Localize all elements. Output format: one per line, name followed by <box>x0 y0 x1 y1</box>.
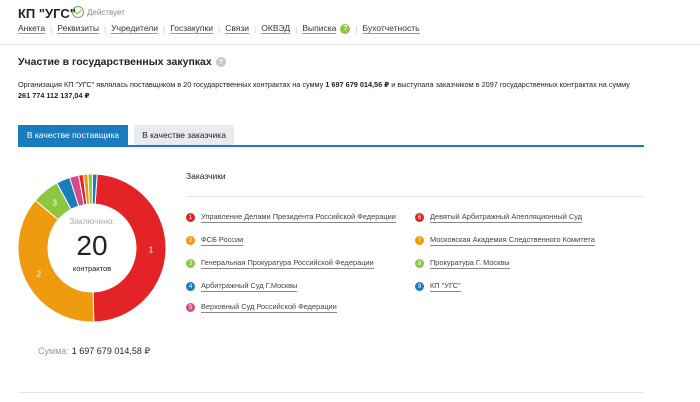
divider <box>0 44 700 45</box>
customer-link[interactable]: Верховный Суд Российской Федерации <box>201 302 337 313</box>
sum-row: Сумма: 1 697 679 014,58 ₽ <box>38 346 150 357</box>
customer-legend-item: 7 Московская Академия Следственного Комит… <box>415 235 595 246</box>
nav-svyazi[interactable]: Связи <box>225 23 250 34</box>
customer-legend-item: 5 Верховный Суд Российской Федерации <box>186 302 337 313</box>
customer-amount: 261 774 112 137,04 ₽ <box>18 91 90 100</box>
tab-customer[interactable]: В качестве заказчика <box>134 125 234 145</box>
role-tabs: В качестве поставщика В качестве заказчи… <box>18 125 234 145</box>
nav-anketa[interactable]: Анкета <box>18 23 46 34</box>
customer-legend-item: 8 Прокуратура Г. Москвы <box>415 258 510 269</box>
procurement-description: Организация КП "УГС" являлась поставщико… <box>18 79 638 101</box>
nav-rekvizity[interactable]: Реквизиты <box>57 23 100 34</box>
nav-separator: | <box>50 23 53 34</box>
customer-link[interactable]: ФСБ России <box>201 235 244 246</box>
customer-link[interactable]: Управление Делами Президента Российской … <box>201 212 396 223</box>
customer-link[interactable]: Девятый Арбитражный Апелляционный Суд <box>430 212 583 223</box>
legend-number-badge: 2 <box>186 236 195 245</box>
customer-legend-item: 9 КП "УГС" <box>415 281 461 292</box>
section-title: Участие в государственных закупках ? <box>18 56 226 68</box>
legend-number-badge: 7 <box>415 236 424 245</box>
divider <box>186 196 644 197</box>
legend-number-badge: 1 <box>186 213 195 222</box>
nav-separator: | <box>104 23 107 34</box>
nav-separator: | <box>163 23 166 34</box>
status-text: Действует <box>87 7 125 17</box>
tab-supplier[interactable]: В качестве поставщика <box>18 125 128 145</box>
customer-legend-item: 6 Девятый Арбитражный Апелляционный Суд <box>415 212 583 223</box>
legend-number-badge: 6 <box>415 213 424 222</box>
donut-slice-label: 3 <box>52 198 57 207</box>
nav-separator: | <box>295 23 298 34</box>
description-text-1: Организация КП "УГС" являлась поставщико… <box>18 80 326 89</box>
customers-title: Заказчики <box>186 171 226 181</box>
section-nav: Анкета | Реквизиты | Учредители | Госзак… <box>18 23 420 34</box>
contracts-donut-chart: 123 Заключено: 20 контрактов <box>16 172 168 324</box>
nav-okved[interactable]: ОКВЭД <box>261 23 291 34</box>
customer-legend-item: 4 Арбитражный Суд Г.Москвы <box>186 281 298 292</box>
nav-buhotchetnost[interactable]: Бухотчетность <box>362 23 420 34</box>
nav-uchrediteli[interactable]: Учредители <box>111 23 159 34</box>
customer-link[interactable]: Арбитражный Суд Г.Москвы <box>201 281 298 292</box>
legend-number-badge: 8 <box>415 259 424 268</box>
sum-value: 1 697 679 014,58 ₽ <box>71 346 151 356</box>
customer-link[interactable]: Московская Академия Следственного Комите… <box>430 235 595 246</box>
customer-link[interactable]: Прокуратура Г. Москвы <box>430 258 510 269</box>
nav-goszakupki[interactable]: Госзакупки <box>170 23 214 34</box>
legend-number-badge: 9 <box>415 282 424 291</box>
nav-separator: | <box>355 23 358 34</box>
legend-number-badge: 3 <box>186 259 195 268</box>
nav-separator: | <box>254 23 257 34</box>
status-badge: Действует <box>72 6 125 18</box>
company-title: КП "УГС" <box>18 6 76 21</box>
nav-vypiska[interactable]: Выписка <box>302 23 337 34</box>
section-title-text: Участие в государственных закупках <box>18 56 212 68</box>
customer-link[interactable]: КП "УГС" <box>430 281 461 292</box>
customer-link[interactable]: Генеральная Прокуратура Российской Федер… <box>201 258 374 269</box>
donut-label-bottom: контрактов <box>72 264 112 273</box>
legend-number-badge: 4 <box>186 282 195 291</box>
tab-underline <box>18 145 644 147</box>
help-icon[interactable]: ? <box>215 57 226 67</box>
supplier-amount: 1 697 679 014,56 ₽ <box>325 80 390 89</box>
description-text-2: и выступала заказчиком в 2097 государств… <box>389 80 630 89</box>
question-icon[interactable]: ? <box>340 23 351 34</box>
customer-legend-item: 1 Управление Делами Президента Российской… <box>186 212 396 223</box>
customer-legend-item: 2 ФСБ России <box>186 235 244 246</box>
divider <box>18 392 644 393</box>
donut-label-top: Заключено: <box>69 216 115 226</box>
check-circle-icon <box>72 6 84 18</box>
nav-separator: | <box>218 23 221 34</box>
donut-count: 20 <box>76 230 108 261</box>
customer-legend-item: 3 Генеральная Прокуратура Российской Феде… <box>186 258 374 269</box>
sum-label: Сумма: <box>38 346 69 356</box>
legend-number-badge: 5 <box>186 303 195 312</box>
